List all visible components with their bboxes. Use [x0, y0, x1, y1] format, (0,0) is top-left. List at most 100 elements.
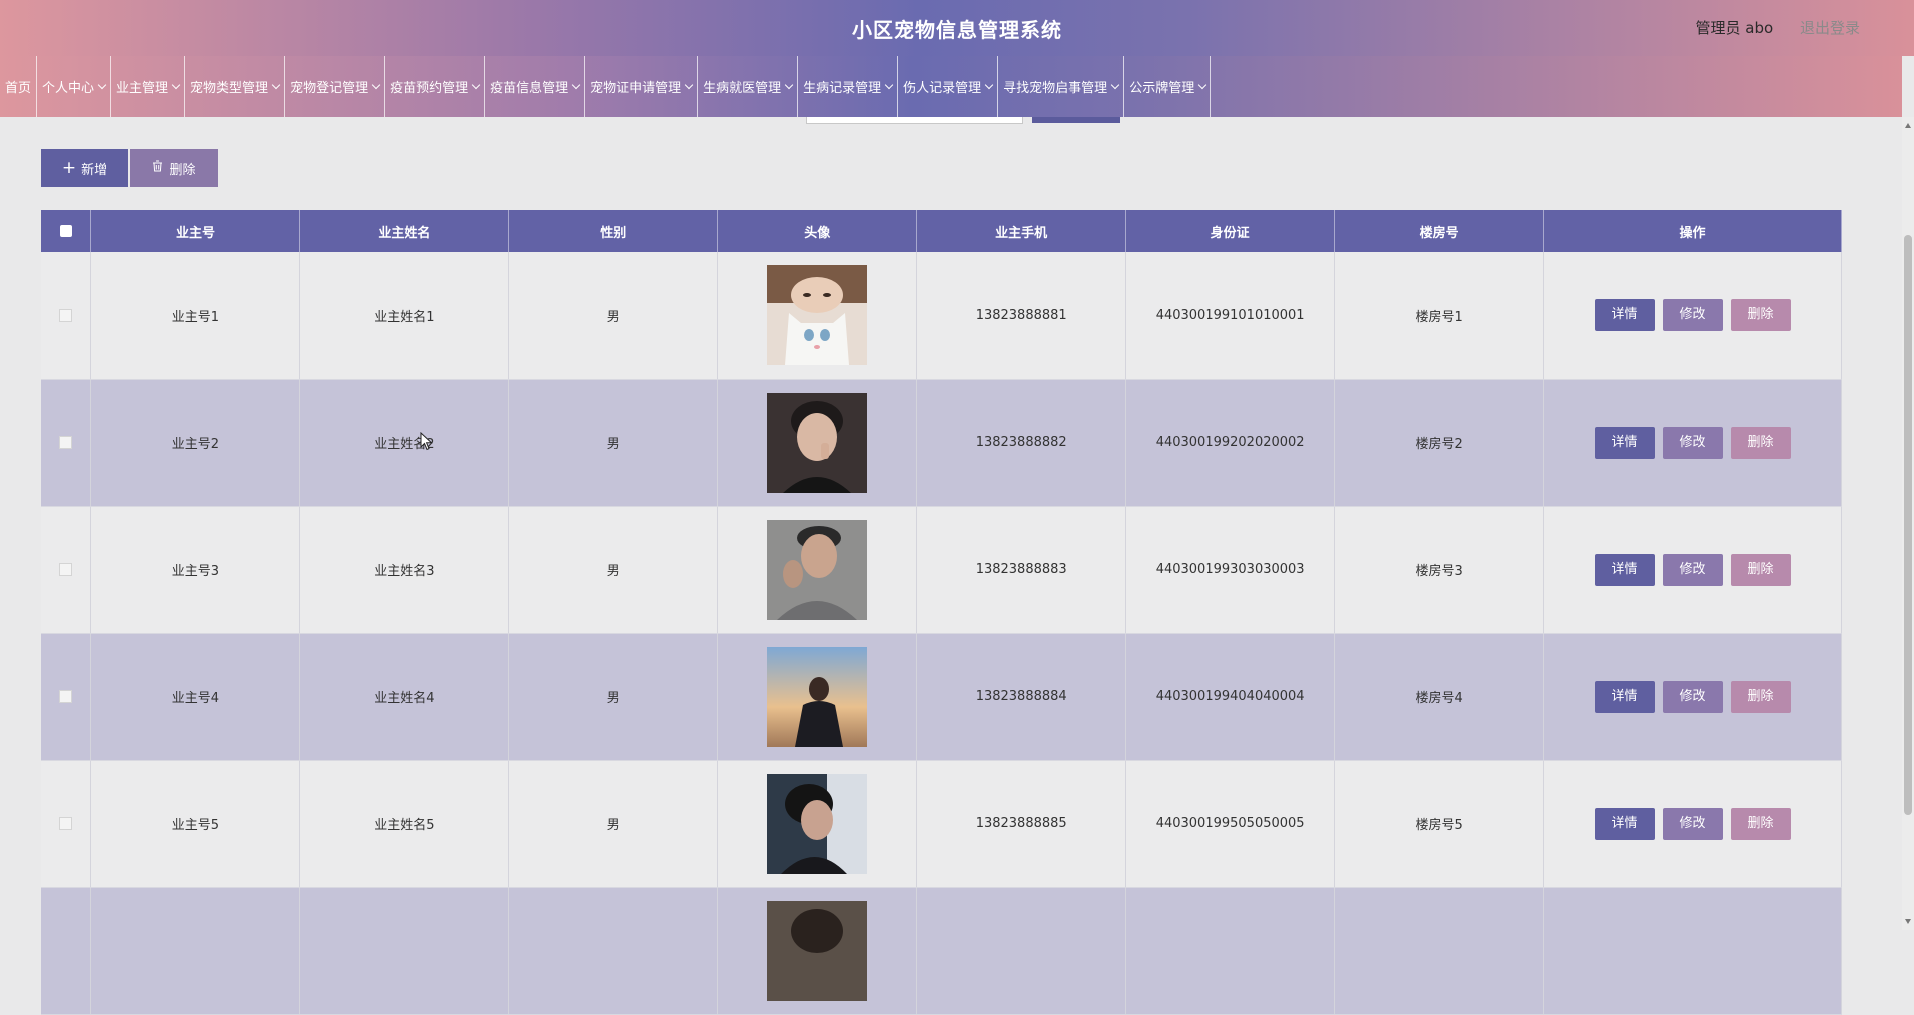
avatar-cell — [717, 760, 918, 888]
row-checkbox[interactable] — [59, 690, 73, 703]
edit-button[interactable]: 修改 — [1662, 680, 1723, 713]
owner-name-cell — [299, 887, 510, 1015]
delete-button[interactable]: 删除 — [1730, 426, 1791, 459]
owner-name-cell: 业主姓名5 — [299, 760, 510, 888]
nav-item-pet-license-management[interactable]: 宠物证申请管理 — [585, 56, 699, 117]
delete-button[interactable]: 删除 — [1730, 299, 1791, 332]
building-cell: 楼房号5 — [1334, 760, 1545, 888]
nav-item-illness-record-management[interactable]: 生病记录管理 — [798, 56, 899, 117]
nav-item-lost-pet-notice-management[interactable]: 寻找宠物启事管理 — [998, 56, 1125, 117]
nav-item-pet-type-management[interactable]: 宠物类型管理 — [185, 56, 286, 117]
nav-label: 宠物登记管理 — [290, 81, 369, 96]
scroll-up-arrow-icon[interactable] — [1905, 123, 1911, 128]
add-button[interactable]: + 新增 — [41, 149, 128, 187]
phone-cell — [916, 887, 1127, 1015]
avatar-cell — [717, 252, 918, 380]
row-checkbox[interactable] — [59, 817, 73, 830]
search-button-partial[interactable] — [1032, 117, 1120, 123]
owner-no-cell: 业主号1 — [90, 252, 301, 380]
column-header: 业主手机 — [916, 210, 1127, 252]
id-card-cell: 440300199303030003 — [1125, 506, 1336, 634]
detail-button[interactable]: 详情 — [1594, 426, 1655, 459]
delete-button[interactable]: 删除 — [1730, 680, 1791, 713]
nav-label: 生病记录管理 — [803, 81, 882, 96]
detail-button[interactable]: 详情 — [1594, 299, 1655, 332]
select-all-checkbox[interactable] — [59, 225, 72, 237]
chevron-down-icon — [97, 80, 107, 89]
row-select-cell — [41, 379, 92, 507]
chevron-down-icon — [171, 80, 181, 89]
plus-icon: + — [61, 157, 77, 178]
avatar[interactable] — [767, 392, 868, 493]
scroll-down-arrow-icon[interactable] — [1905, 919, 1911, 924]
avatar[interactable] — [767, 646, 868, 747]
column-header: 性别 — [508, 210, 719, 252]
edit-button[interactable]: 修改 — [1662, 426, 1723, 459]
nav-item-illness-treatment-management[interactable]: 生病就医管理 — [698, 56, 799, 117]
owner-name-cell: 业主姓名1 — [299, 252, 510, 380]
column-header: 业主号 — [90, 210, 301, 252]
nav-item-vaccine-info-management[interactable]: 疫苗信息管理 — [485, 56, 586, 117]
nav-label: 生病就医管理 — [703, 81, 782, 96]
nav-label: 疫苗信息管理 — [490, 81, 569, 96]
column-header: 身份证 — [1125, 210, 1336, 252]
avatar[interactable] — [767, 900, 868, 1001]
edit-button[interactable]: 修改 — [1662, 553, 1723, 586]
actions-cell — [1543, 887, 1842, 1015]
avatar[interactable] — [767, 773, 868, 874]
delete-button-label: 删除 — [169, 162, 196, 178]
main-nav: 首页 个人中心 业主管理 宠物类型管理 宠物登记管理 疫苗预约管理 疫苗信息管理… — [0, 56, 1902, 117]
batch-delete-button[interactable]: 删除 — [130, 149, 218, 187]
nav-item-injury-record-management[interactable]: 伤人记录管理 — [898, 56, 999, 117]
nav-item-home[interactable]: 首页 — [0, 56, 38, 117]
phone-cell: 13823888881 — [916, 252, 1127, 380]
chevron-down-icon — [884, 80, 894, 89]
avatar-cell — [717, 633, 918, 761]
phone-cell: 13823888883 — [916, 506, 1127, 634]
detail-button[interactable]: 详情 — [1594, 807, 1655, 840]
nav-label: 公示牌管理 — [1129, 81, 1195, 96]
row-checkbox[interactable] — [59, 308, 73, 322]
nav-item-owner-management[interactable]: 业主管理 — [111, 56, 186, 117]
chevron-down-icon — [1197, 80, 1207, 89]
logout-link[interactable]: 退出登录 — [1800, 19, 1860, 37]
chevron-down-icon — [1110, 80, 1120, 89]
nav-label: 疫苗预约管理 — [390, 81, 469, 96]
search-input-partial[interactable] — [806, 117, 1023, 124]
delete-button[interactable]: 删除 — [1730, 553, 1791, 586]
detail-button[interactable]: 详情 — [1594, 680, 1655, 713]
id-card-cell: 440300199404040004 — [1125, 633, 1336, 761]
row-select-cell — [41, 760, 92, 888]
nav-item-vaccine-appointment-management[interactable]: 疫苗预约管理 — [385, 56, 486, 117]
page-scrollbar[interactable] — [1902, 117, 1914, 930]
owner-no-cell: 业主号5 — [90, 760, 301, 888]
scrollbar-thumb[interactable] — [1904, 235, 1912, 815]
trash-icon — [152, 160, 163, 176]
row-checkbox[interactable] — [59, 563, 73, 576]
nav-item-personal-center[interactable]: 个人中心 — [37, 56, 112, 117]
row-select-cell — [41, 506, 92, 634]
avatar[interactable] — [767, 519, 868, 620]
nav-item-pet-registration-management[interactable]: 宠物登记管理 — [285, 56, 386, 117]
avatar[interactable] — [767, 265, 868, 366]
owner-name-cell: 业主姓名4 — [299, 633, 510, 761]
actions-cell: 详情 修改 删除 — [1543, 379, 1842, 507]
row-select-cell — [41, 633, 92, 761]
edit-button[interactable]: 修改 — [1662, 299, 1723, 332]
avatar-cell — [717, 379, 918, 507]
user-area: 管理员 abo 退出登录 — [1696, 17, 1860, 38]
actions-cell: 详情 修改 删除 — [1543, 506, 1842, 634]
building-cell: 楼房号3 — [1334, 506, 1545, 634]
delete-button[interactable]: 删除 — [1730, 807, 1791, 840]
table-row: 业主号3 业主姓名3 男 13823888883 440300199303030… — [41, 506, 1842, 634]
chevron-down-icon — [684, 80, 694, 89]
owner-name-cell: 业主姓名3 — [299, 506, 510, 634]
edit-button[interactable]: 修改 — [1662, 807, 1723, 840]
nav-item-notice-board-management[interactable]: 公示牌管理 — [1124, 56, 1212, 117]
row-checkbox[interactable] — [59, 436, 73, 449]
avatar-cell — [717, 887, 918, 1015]
detail-button[interactable]: 详情 — [1594, 553, 1655, 586]
chevron-down-icon — [571, 80, 581, 89]
table-row: 业主号2 业主姓名2 男 13823888882 440300199202020… — [41, 379, 1842, 507]
chevron-down-icon — [471, 80, 481, 89]
